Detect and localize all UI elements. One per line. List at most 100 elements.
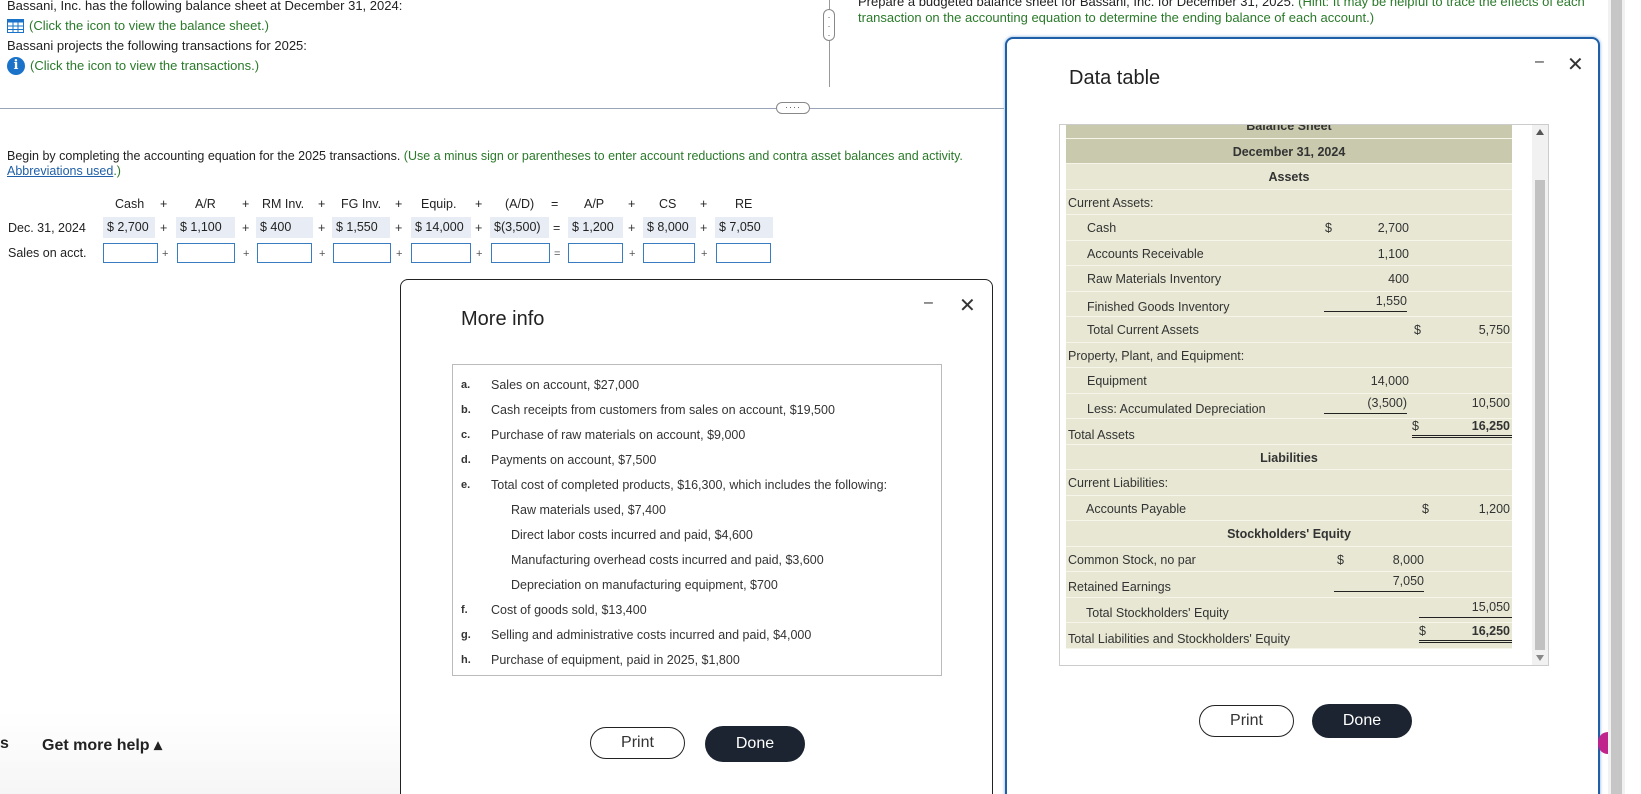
header-fg-inv: FG Inv. (341, 197, 382, 211)
more-info-dialog: More info – ✕ a. Sales on account, $27,00… (400, 279, 993, 794)
sales-fg-inv-input[interactable] (333, 243, 391, 263)
item-text: Purchase of raw materials on account, $9… (491, 428, 746, 442)
done-button[interactable]: Done (1312, 704, 1412, 738)
balance-sheet-link[interactable]: (Click the icon to view the balance shee… (29, 18, 269, 34)
list-item: c. Purchase of raw materials on account, … (453, 423, 941, 448)
horizontal-resize-handle[interactable]: ···· (776, 102, 810, 114)
done-button[interactable]: Done (705, 726, 805, 762)
page-scrollbar-thumb[interactable] (1611, 0, 1622, 794)
info-icon[interactable]: i (7, 57, 25, 75)
bs-label: Total Stockholders' Equity (1086, 605, 1229, 620)
list-item: f. Cost of goods sold, $13,400 (453, 598, 941, 623)
bs-label: Total Assets (1068, 428, 1135, 442)
dec31-ap: $ 1,200 (568, 217, 623, 238)
list-sub-item: Direct labor costs incurred and paid, $4… (453, 523, 941, 548)
header-op-8: + (700, 197, 708, 211)
table-row: Retained Earnings 7,050 (1066, 572, 1512, 598)
balance-sheet-scrollbar[interactable] (1532, 125, 1548, 665)
sales-equip-input[interactable] (411, 243, 471, 263)
begin-instruction: Begin by completing the accounting equat… (7, 149, 1007, 179)
bs-value: 5,750 (1478, 323, 1510, 337)
table-row: Current Liabilities: (1066, 470, 1512, 496)
sales-op-6: = (554, 248, 561, 260)
sales-rm-inv-input[interactable] (257, 243, 312, 263)
bs-label: Total Current Assets (1087, 323, 1199, 337)
bs-date-row: December 31, 2024 (1066, 138, 1512, 164)
close-icon[interactable]: ✕ (959, 293, 976, 318)
data-table-dialog: Data table – ✕ Balance Sheet December 31… (1005, 37, 1600, 794)
header-op-6: = (551, 197, 559, 211)
vertical-resize-handle[interactable]: · · · (823, 9, 835, 41)
sales-op-5: + (476, 248, 483, 260)
bs-assets-heading: Assets (1268, 170, 1310, 184)
sales-cs-input[interactable] (643, 243, 695, 263)
sales-op-1: + (162, 248, 169, 260)
header-equip: Equip. (421, 197, 457, 211)
scroll-up-arrow-icon[interactable] (1536, 129, 1544, 135)
table-row: Total Stockholders' Equity 15,050 (1066, 598, 1512, 623)
bs-dollar: $ (1337, 552, 1344, 567)
sales-ap-input[interactable] (568, 243, 623, 263)
bs-value: 7,050 (1334, 574, 1424, 592)
minimize-icon[interactable]: – (924, 294, 933, 312)
table-row: Current Assets: (1066, 190, 1512, 215)
sales-re-input[interactable] (716, 243, 771, 263)
begin-text: Begin by completing the accounting equat… (7, 149, 404, 163)
sales-op-4: + (396, 248, 403, 260)
bs-value: 10,500 (1471, 395, 1510, 410)
bs-dollar: $ (1419, 624, 1426, 638)
minimize-icon[interactable]: – (1535, 53, 1544, 71)
bs-value: 16,250 (1471, 624, 1510, 638)
bs-value: 2,700 (1377, 221, 1409, 235)
balance-sheet-link-row[interactable]: (Click the icon to view the balance shee… (7, 16, 797, 36)
table-icon[interactable] (7, 19, 24, 33)
bs-liabilities-row: Liabilities (1066, 445, 1512, 470)
bs-date: December 31, 2024 (1232, 144, 1346, 159)
balance-sheet-frame: Balance Sheet December 31, 2024 Assets C… (1059, 124, 1549, 666)
dec31-op-5: + (475, 221, 483, 235)
bs-label: Current Liabilities: (1068, 476, 1169, 490)
dec31-ar: $ 1,100 (176, 217, 235, 238)
header-ap: A/P (584, 197, 605, 211)
dec31-op-2: + (242, 221, 250, 235)
header-op-1: + (160, 197, 168, 211)
sales-cash-input[interactable] (103, 243, 158, 263)
scrollbar-thumb[interactable] (1535, 180, 1545, 650)
item-letter: h. (461, 654, 471, 666)
header-op-5: + (475, 197, 483, 211)
header-op-2: + (242, 197, 250, 211)
transactions-link[interactable]: (Click the icon to view the transactions… (30, 58, 259, 74)
bs-total-le-cell: $16,250 (1419, 624, 1512, 643)
bs-label: Total Liabilities and Stockholders' Equi… (1068, 632, 1290, 646)
get-more-help-button[interactable]: Get more help ▴ (42, 735, 162, 755)
close-icon[interactable]: ✕ (1567, 52, 1584, 77)
transactions-link-row[interactable]: i (Click the icon to view the transactio… (7, 56, 797, 76)
print-button[interactable]: Print (590, 727, 685, 759)
table-row: Accounts Receivable 1,100 (1066, 241, 1512, 266)
bs-label: Cash (1087, 221, 1117, 235)
print-button[interactable]: Print (1199, 705, 1294, 737)
sales-ar-input[interactable] (177, 243, 235, 263)
sales-ad-input[interactable] (491, 243, 550, 263)
abbreviations-link[interactable]: Abbreviations used (7, 164, 113, 178)
scroll-down-arrow-icon[interactable] (1536, 655, 1544, 661)
item-letter: d. (461, 454, 471, 466)
table-row: Cash $ 2,700 (1066, 215, 1512, 241)
bs-label: Equipment (1087, 374, 1147, 388)
item-text: Sales on account, $27,000 (491, 378, 640, 392)
item-text: Depreciation on manufacturing equipment,… (511, 578, 778, 592)
list-item: b. Cash receipts from customers from sale… (453, 398, 941, 423)
header-op-3: + (318, 197, 326, 211)
data-table-title: Data table (1069, 67, 1161, 89)
item-text: Cash receipts from customers from sales … (491, 403, 835, 417)
sales-op-8: + (701, 248, 708, 260)
dec31-cs: $ 8,000 (643, 217, 696, 238)
bs-label: Less: Accumulated Depreciation (1087, 401, 1266, 416)
dec31-op-6: = (553, 221, 561, 235)
bs-assets-row: Assets (1066, 164, 1512, 190)
list-item: a. Sales on account, $27,000 (453, 373, 941, 398)
sales-op-7: + (629, 248, 636, 260)
header-rm-inv: RM Inv. (262, 197, 305, 211)
bs-title: Balance Sheet (1246, 124, 1332, 133)
row-dec31-label: Dec. 31, 2024 (8, 221, 86, 235)
